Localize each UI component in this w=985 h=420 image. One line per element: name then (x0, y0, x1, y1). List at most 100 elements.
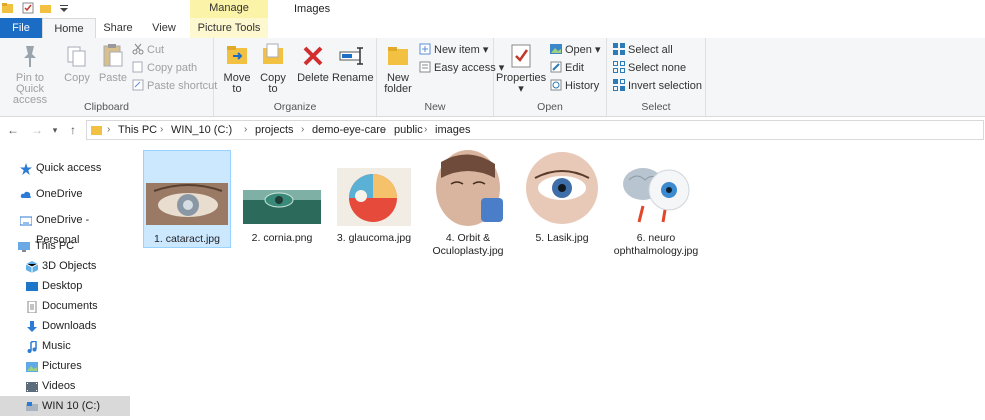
paste-shortcut-button[interactable]: Paste shortcut (132, 78, 217, 94)
rename-label: Rename (332, 72, 374, 84)
history-button[interactable]: History (550, 78, 599, 94)
cut-button[interactable]: Cut (132, 42, 164, 58)
nav-quick-access[interactable]: Quick access (0, 158, 130, 178)
nav-desktop[interactable]: Desktop (0, 276, 130, 296)
new-item-icon (419, 43, 431, 55)
copy-button[interactable]: Copy (60, 42, 94, 84)
up-arrow-icon[interactable]: ↑ (66, 122, 80, 138)
copy-to-label: Copy to (260, 72, 286, 95)
file-item[interactable]: 3. glaucoma.jpg (330, 150, 418, 245)
desktop-icon (26, 280, 38, 292)
move-to-button[interactable]: Move to (220, 42, 254, 95)
nav-music[interactable]: Music (0, 336, 130, 356)
file-item[interactable]: 2. cornia.png (238, 150, 326, 245)
properties-dropdown-icon[interactable]: ▾ (496, 84, 546, 95)
select-none-label: Select none (628, 62, 687, 74)
navigation-pane: Quick access OneDrive OneDrive - Persona… (0, 150, 130, 416)
cube-icon (25, 260, 39, 273)
edit-label: Edit (565, 62, 584, 74)
breadcrumb-separator[interactable]: › (424, 123, 427, 137)
rename-button[interactable]: Rename (332, 42, 374, 84)
copy-path-icon (132, 61, 144, 73)
properties-big-icon (507, 42, 535, 70)
tab-home[interactable]: Home (42, 18, 96, 40)
document-icon (26, 300, 38, 314)
file-item[interactable]: 6. neuro ophthalmology.jpg (612, 150, 700, 258)
open-button[interactable]: Open ▾ (550, 42, 601, 58)
clipboard-group: Pin to Quick access Copy Paste Cut Copy … (0, 38, 217, 116)
image-thumbnail (331, 150, 417, 228)
breadcrumb-separator[interactable]: › (383, 123, 386, 137)
nav-3d-objects[interactable]: 3D Objects (0, 256, 130, 276)
copy-label: Copy (64, 72, 90, 84)
manage-context-tab[interactable]: Manage (190, 0, 268, 18)
new-group-label: New (424, 101, 446, 113)
breadcrumb-separator[interactable]: › (107, 123, 110, 137)
select-all-label: Select all (628, 44, 673, 56)
easy-access-button[interactable]: Easy access ▾ (419, 60, 504, 76)
breadcrumb-this-pc[interactable]: This PC (118, 123, 157, 137)
breadcrumb-images[interactable]: images (435, 123, 470, 137)
tab-share[interactable]: Share (96, 18, 140, 38)
delete-label: Delete (297, 72, 329, 84)
tab-picture-tools[interactable]: Picture Tools (190, 18, 268, 38)
folder-icon (91, 124, 103, 136)
edit-button[interactable]: Edit (550, 60, 584, 76)
properties-button[interactable]: Properties ▾ (496, 42, 546, 95)
pin-to-quick-access-button[interactable]: Pin to Quick access (2, 42, 58, 106)
paste-button[interactable]: Paste (96, 42, 130, 84)
move-to-label: Move to (223, 72, 251, 95)
nav-downloads[interactable]: Downloads (0, 316, 130, 336)
image-thumbnail (239, 150, 325, 228)
nav-videos[interactable]: Videos (0, 376, 130, 396)
select-none-icon (613, 61, 625, 73)
nav-win10-drive[interactable]: WIN 10 (C:) (0, 396, 130, 416)
new-folder-big-icon (384, 42, 412, 70)
rename-icon (338, 42, 366, 70)
tab-file[interactable]: File (0, 18, 42, 38)
copy-path-label: Copy path (147, 62, 198, 74)
breadcrumb-separator[interactable]: › (301, 123, 304, 137)
file-item[interactable]: 4. Orbit & Oculoplasty.jpg (424, 150, 512, 258)
breadcrumb-projects[interactable]: projects (255, 123, 294, 137)
copy-to-button[interactable]: Copy to (256, 42, 290, 95)
new-folder-icon[interactable] (40, 2, 52, 14)
invert-selection-button[interactable]: Invert selection (613, 78, 702, 94)
organize-group-label: Organize (273, 101, 317, 113)
nav-documents[interactable]: Documents (0, 296, 130, 316)
new-item-button[interactable]: New item ▾ (419, 42, 488, 58)
image-thumbnail (144, 151, 230, 229)
cut-label: Cut (147, 44, 165, 56)
breadcrumb-demo-eye-care[interactable]: demo-eye-care (312, 123, 386, 137)
breadcrumb-drive[interactable]: WIN_10 (C:) (171, 123, 232, 137)
nav-this-pc[interactable]: This PC (0, 236, 130, 256)
address-bar[interactable]: › This PC › WIN_10 (C:) › projects › dem… (86, 120, 984, 140)
nav-onedrive-personal[interactable]: OneDrive - Personal (0, 210, 130, 246)
forward-arrow-icon[interactable]: → (30, 122, 44, 138)
customize-dropdown-icon[interactable] (58, 2, 70, 14)
select-none-button[interactable]: Select none (613, 60, 686, 76)
back-arrow-icon[interactable]: ← (6, 122, 20, 138)
copy-path-button[interactable]: Copy path (132, 60, 197, 76)
pictures-icon (26, 360, 38, 372)
breadcrumb-separator[interactable]: › (244, 123, 247, 137)
file-name: 2. cornia.png (251, 232, 313, 244)
file-item[interactable]: 5. Lasik.jpg (518, 150, 606, 245)
recent-locations-icon[interactable]: ▾ (48, 122, 62, 138)
star-icon (20, 162, 32, 175)
folder-icon[interactable] (2, 2, 14, 14)
computer-icon (18, 240, 30, 252)
drive-icon (26, 400, 38, 412)
file-item[interactable]: 1. cataract.jpg (143, 150, 231, 248)
delete-icon (299, 42, 327, 70)
nav-pictures[interactable]: Pictures (0, 356, 130, 376)
properties-icon[interactable] (22, 2, 34, 14)
breadcrumb-public[interactable]: public (394, 123, 423, 137)
select-all-button[interactable]: Select all (613, 42, 673, 58)
delete-button[interactable]: Delete (296, 42, 330, 84)
new-folder-button[interactable]: New folder (379, 42, 417, 95)
open-group: Properties ▾ Open ▾ Edit History Open (494, 38, 607, 116)
nav-onedrive[interactable]: OneDrive (0, 184, 130, 204)
tab-view[interactable]: View (142, 18, 186, 38)
breadcrumb-separator[interactable]: › (160, 123, 163, 137)
